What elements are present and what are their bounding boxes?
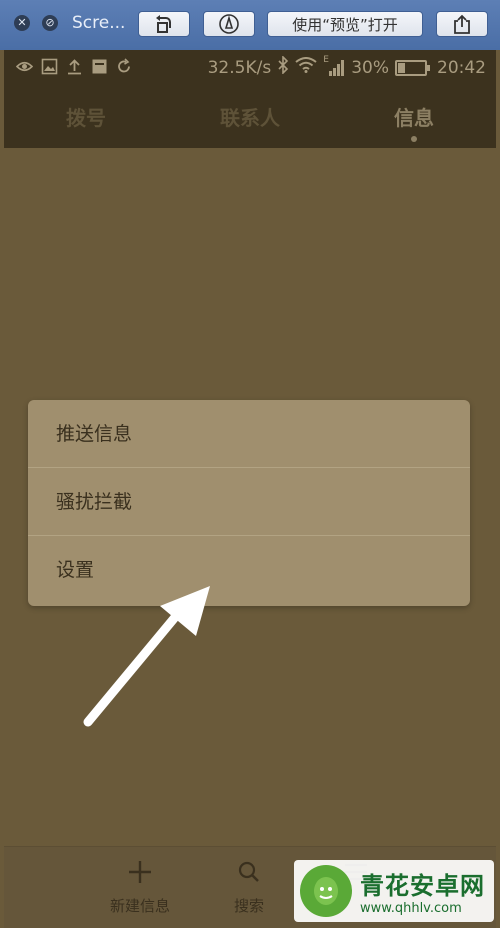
bluetooth-icon [277, 55, 289, 79]
preview-toolbar: ✕ ⊘ Scre... 使用“预览”打开 [0, 0, 500, 50]
sync-icon [116, 58, 133, 75]
minimize-window-icon[interactable]: ⊘ [42, 15, 58, 31]
plus-icon [104, 857, 176, 895]
new-message-button[interactable]: 新建信息 [104, 857, 176, 916]
signal-icon: E [323, 55, 345, 77]
tab-bar: 拨号 联系人 信息 [4, 84, 496, 148]
eye-icon [15, 58, 34, 75]
status-bar: 32.5K/s E 30% 20:42 [4, 50, 496, 84]
tab-contacts[interactable]: 联系人 [168, 84, 332, 148]
open-with-preview-button[interactable]: 使用“预览”打开 [267, 11, 423, 37]
battery-percent: 30% [351, 57, 389, 78]
watermark-url: www.qhhlv.com [360, 901, 462, 916]
menu-item-push-messages[interactable]: 推送信息 [28, 400, 470, 468]
inbox-icon [91, 58, 108, 75]
upload-icon [66, 58, 83, 75]
close-window-icon[interactable]: ✕ [14, 15, 30, 31]
active-tab-indicator [411, 136, 417, 142]
markup-button[interactable] [203, 11, 255, 37]
new-message-label: 新建信息 [109, 897, 170, 915]
network-speed: 32.5K/s [207, 57, 272, 78]
menu-item-harassment-block[interactable]: 骚扰拦截 [28, 468, 470, 536]
search-icon [224, 857, 274, 895]
pen-markup-icon [219, 14, 239, 34]
tab-dial[interactable]: 拨号 [4, 84, 168, 148]
share-icon [454, 14, 470, 34]
phone-screen: 32.5K/s E 30% 20:42 拨号 联系人 信息 推送信息 骚扰拦截 … [4, 50, 496, 928]
rotate-icon [156, 15, 171, 33]
popup-menu: 推送信息 骚扰拦截 设置 [28, 400, 470, 606]
window-title: Scre... [72, 13, 126, 33]
tab-messages[interactable]: 信息 [332, 84, 496, 148]
watermark-logo-icon [300, 865, 352, 917]
menu-item-settings[interactable]: 设置 [28, 536, 470, 604]
search-button[interactable]: 搜索 [224, 857, 274, 916]
watermark: 青花安卓网 www.qhhlv.com [294, 860, 494, 922]
clock: 20:42 [437, 57, 486, 78]
tab-messages-label: 信息 [394, 106, 434, 130]
battery-icon [395, 59, 430, 76]
watermark-name: 青花安卓网 [360, 872, 485, 900]
search-label: 搜索 [233, 897, 264, 915]
share-button[interactable] [436, 11, 488, 37]
rotate-button[interactable] [138, 11, 190, 37]
image-icon [41, 58, 58, 75]
wifi-icon [295, 57, 317, 78]
